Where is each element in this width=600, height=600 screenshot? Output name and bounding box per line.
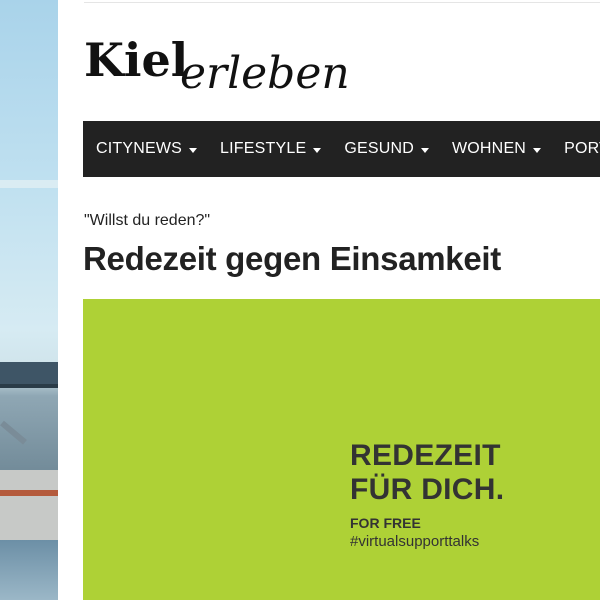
hero-title-line-2: FÜR DICH. — [350, 473, 505, 506]
nav-item-label: WOHNEN — [451, 140, 527, 157]
photo-bridge-shadow — [0, 384, 58, 388]
hero-title-line-1: REDEZEIT — [350, 439, 501, 472]
article-kicker: "Willst du reden?" — [84, 212, 211, 229]
nav-item-gesund[interactable]: GESUND — [344, 140, 429, 158]
nav-item-label: GESUND — [344, 140, 414, 157]
nav-item-citynews[interactable]: CITYNEWS — [96, 140, 198, 158]
caret-down-icon — [313, 147, 322, 153]
photo-water — [0, 540, 58, 600]
hero-hashtag: #virtualsupporttalks — [350, 533, 480, 550]
photo-ship-stripe — [0, 490, 58, 496]
hero-title: REDEZEIT FÜR DICH. — [350, 439, 504, 507]
article-title: Redezeit gegen Einsamkeit — [83, 240, 501, 277]
hero-subtitle: FOR FREE — [350, 515, 421, 531]
logo-part-erleben: erleben — [180, 48, 350, 99]
caret-down-icon — [189, 147, 198, 153]
nav-item-label: CITYNEWS — [96, 140, 183, 157]
nav-item-label: PORTRÄ — [564, 140, 600, 157]
nav-item-label: LIFESTYLE — [220, 140, 307, 157]
nav-item-lifestyle[interactable]: LIFESTYLE — [220, 140, 322, 158]
hero-image: REDEZEIT FÜR DICH. FOR FREE #virtualsupp… — [83, 299, 600, 600]
nav-item-wohnen[interactable]: WOHNEN — [451, 140, 542, 158]
photo-crane — [0, 420, 27, 445]
logo-part-kiel: Kiel — [84, 33, 188, 87]
caret-down-icon — [533, 147, 542, 153]
caret-down-icon — [420, 147, 429, 153]
nav-item-portraets[interactable]: PORTRÄ — [564, 140, 600, 158]
photo-bridge — [0, 362, 58, 384]
background-photo — [0, 0, 58, 600]
top-divider — [84, 2, 600, 3]
logo-graphic: Kiel erleben — [84, 33, 350, 99]
photo-ship — [0, 470, 58, 540]
site-logo[interactable]: Kiel erleben — [84, 18, 384, 108]
photo-haze — [0, 180, 58, 188]
page-container: Kiel erleben CITYNEWS LIFESTYLE GESUND W… — [58, 0, 600, 600]
main-navigation: CITYNEWS LIFESTYLE GESUND WOHNEN PORTRÄ — [83, 121, 600, 177]
